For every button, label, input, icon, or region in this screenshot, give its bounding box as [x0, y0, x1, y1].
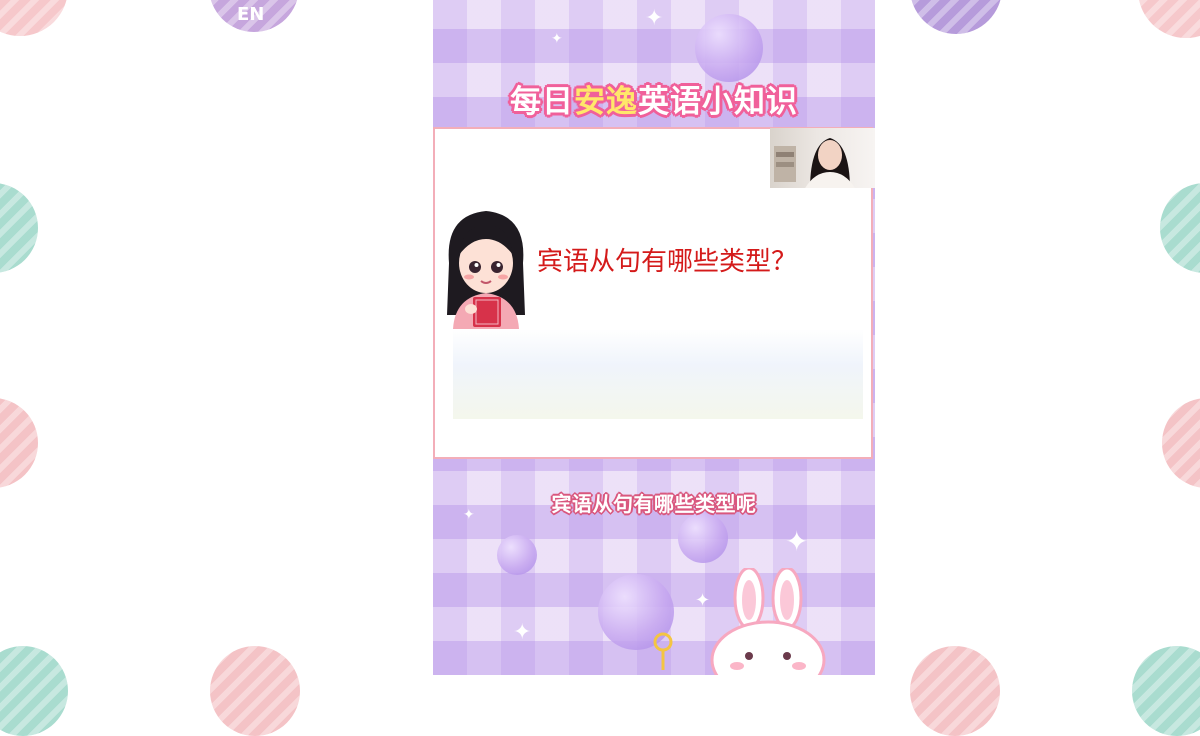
decor-circle-right-teal [1160, 183, 1200, 273]
teacher-avatar [774, 138, 855, 188]
sparkle-icon: ✦ [551, 31, 563, 47]
decor-circle-bottom-left-teal [0, 646, 68, 736]
video-frame[interactable]: ✦ ✦ ✦ ✦ ✦ ✦ 每日安逸英语小知识 宾语从句有哪些类型？ 宾语从句有哪些… [433, 0, 875, 675]
decor-circle-right-pink [1162, 398, 1200, 488]
bunny-illustration [710, 568, 826, 675]
sparkle-icon: ✦ [645, 6, 664, 31]
bubble-top [695, 14, 763, 82]
sparkle-icon: ✦ [513, 620, 532, 645]
decor-circle-top-right-purple [910, 0, 1002, 34]
decor-circle-bottom-pink-2 [910, 646, 1000, 736]
decor-circle-bottom-pink-1 [210, 646, 300, 736]
video-title: 每日安逸英语小知识 [510, 84, 798, 120]
decor-circle-top-right-pink [1138, 0, 1200, 38]
decor-circle-bottom-right-teal [1132, 646, 1200, 736]
faded-city-background [453, 329, 863, 419]
decor-circle-top-left [0, 0, 68, 36]
decor-circle-en: EN [209, 0, 299, 32]
teacher-webcam[interactable] [770, 128, 875, 188]
decor-circle-left-pink [0, 398, 38, 488]
sparkle-icon: ✦ [785, 525, 809, 558]
slide-question: 宾语从句有哪些类型？ [537, 247, 798, 277]
video-caption: 宾语从句有哪些类型呢 [551, 492, 757, 516]
bubble-mid-left [497, 535, 537, 575]
bubble-mid-right [678, 513, 728, 563]
en-badge-label: EN [237, 4, 265, 25]
girl-with-book-illustration [447, 211, 525, 329]
bubble-wand [653, 632, 673, 670]
decor-circle-left-teal [0, 183, 38, 273]
